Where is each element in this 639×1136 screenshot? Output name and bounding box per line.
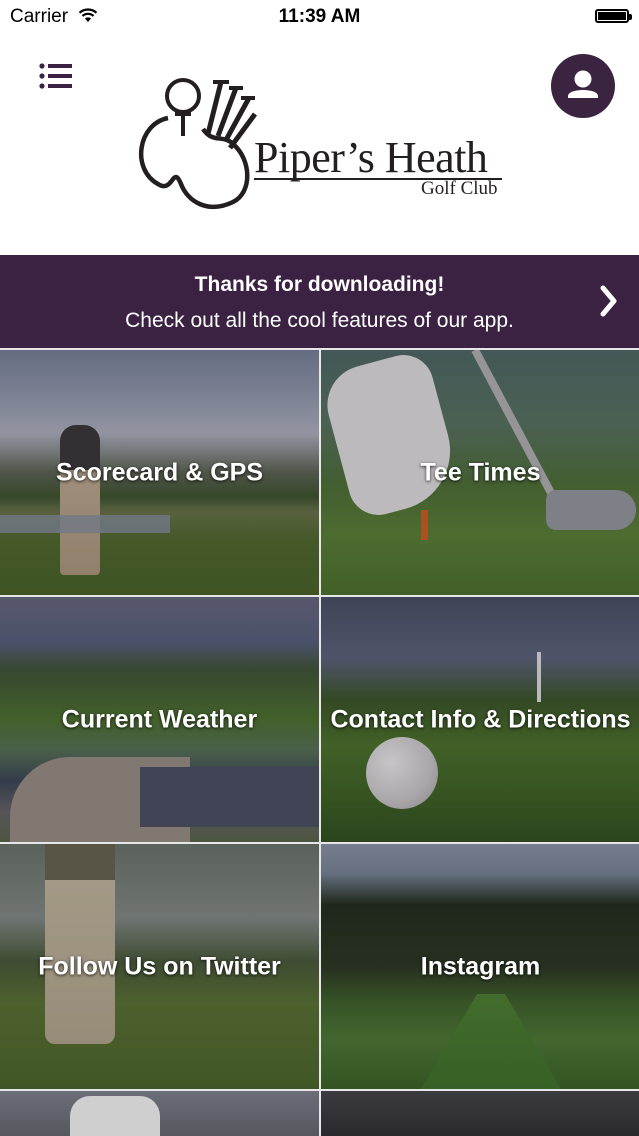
tile-label: Current Weather xyxy=(61,705,258,733)
grid-divider xyxy=(0,348,639,350)
tile-label: Follow Us on Twitter xyxy=(38,952,281,980)
menu-button[interactable] xyxy=(38,62,74,94)
battery-icon xyxy=(595,9,632,23)
tile-label: Scorecard & GPS xyxy=(55,458,264,486)
tile-partial-bottom-right[interactable] xyxy=(321,1091,639,1136)
banner-title: Thanks for downloading! xyxy=(194,273,445,296)
tile-label: Tee Times xyxy=(420,458,541,486)
status-time: 11:39 AM xyxy=(278,6,361,27)
profile-button[interactable] xyxy=(551,54,615,118)
tile-instagram[interactable]: Instagram xyxy=(321,844,639,1089)
grid-divider xyxy=(0,1089,639,1091)
tile-label: Contact Info & Directions xyxy=(330,705,631,733)
banner-subtitle: Check out all the cool features of our a… xyxy=(125,309,514,332)
club-logo: Piper’s Heath Golf Club xyxy=(133,74,508,214)
logo-wordmark: Piper’s Heath xyxy=(254,133,488,182)
tile-scorecard-gps[interactable]: Scorecard & GPS xyxy=(0,350,319,595)
golfer-swing-image xyxy=(70,1096,160,1136)
logo-subtitle: Golf Club xyxy=(421,178,498,199)
tile-partial-bottom-left[interactable] xyxy=(0,1091,319,1136)
tile-label: Instagram xyxy=(420,952,541,980)
grid-divider xyxy=(0,842,639,844)
chevron-right-icon xyxy=(600,285,617,317)
app-header: Piper’s Heath Golf Club xyxy=(0,34,639,254)
tile-tee-times[interactable]: Tee Times xyxy=(321,350,639,595)
tile-current-weather[interactable]: Current Weather xyxy=(0,597,319,842)
tile-contact-directions[interactable]: Contact Info & Directions xyxy=(321,597,639,842)
bagpipe-logo-icon xyxy=(138,78,258,209)
list-menu-icon xyxy=(39,63,72,89)
user-icon xyxy=(568,70,598,98)
welcome-banner[interactable]: Thanks for downloading! Check out all th… xyxy=(0,255,639,348)
tile-follow-twitter[interactable]: Follow Us on Twitter xyxy=(0,844,319,1089)
grid-divider xyxy=(319,349,321,1136)
grid-divider xyxy=(0,595,639,597)
status-bar: Carrier 11:39 AM xyxy=(0,0,639,34)
